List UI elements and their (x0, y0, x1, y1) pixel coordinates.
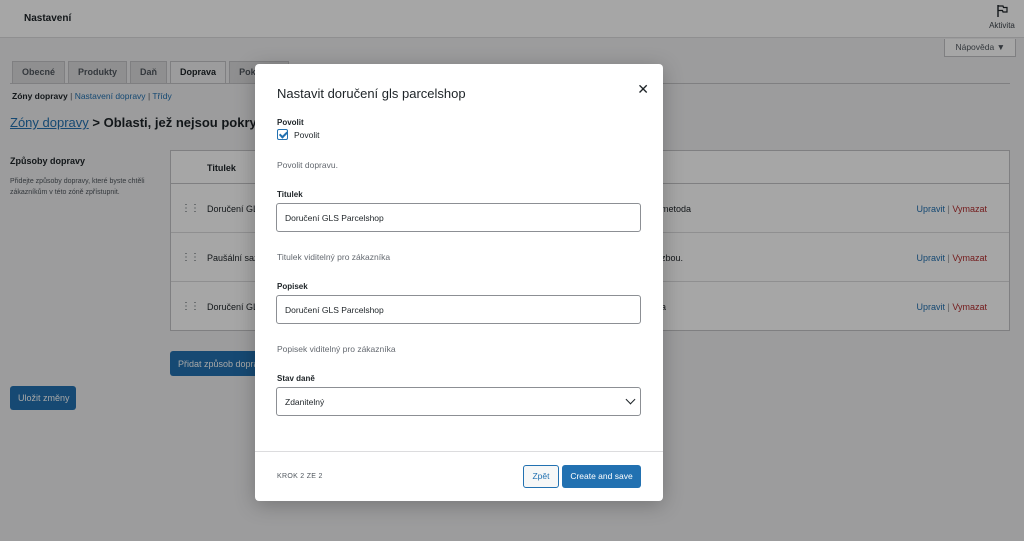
step-indicator: KROK 2 ZE 2 (277, 473, 323, 480)
enable-checkbox[interactable] (277, 129, 288, 140)
modal-title: Nastavit doručení gls parcelshop (277, 86, 466, 101)
tax-status-label: Stav daně (277, 374, 315, 383)
create-and-save-button[interactable]: Create and save (562, 465, 641, 488)
enable-hint: Povolit dopravu. (277, 160, 338, 170)
back-button[interactable]: Zpět (523, 465, 559, 488)
chevron-down-icon (625, 394, 636, 405)
tax-status-select[interactable]: Zdanitelný (276, 387, 641, 416)
title-hint: Titulek viditelný pro zákazníka (277, 252, 391, 262)
modal-footer-divider (255, 451, 663, 452)
title-input[interactable]: Doručení GLS Parcelshop (276, 203, 641, 232)
enable-label: Povolit (277, 118, 304, 127)
title-label: Titulek (277, 190, 303, 199)
close-icon[interactable]: ✕ (637, 81, 649, 98)
shipping-method-modal: Nastavit doručení gls parcelshop ✕ Povol… (255, 64, 663, 501)
description-input[interactable]: Doručení GLS Parcelshop (276, 295, 641, 324)
enable-checkbox-label[interactable]: Povolit (294, 130, 320, 140)
tax-status-value: Zdanitelný (285, 397, 325, 407)
enable-checkbox-row[interactable]: Povolit (277, 129, 320, 140)
description-label: Popisek (277, 282, 308, 291)
description-hint: Popisek viditelný pro zákazníka (277, 344, 396, 354)
